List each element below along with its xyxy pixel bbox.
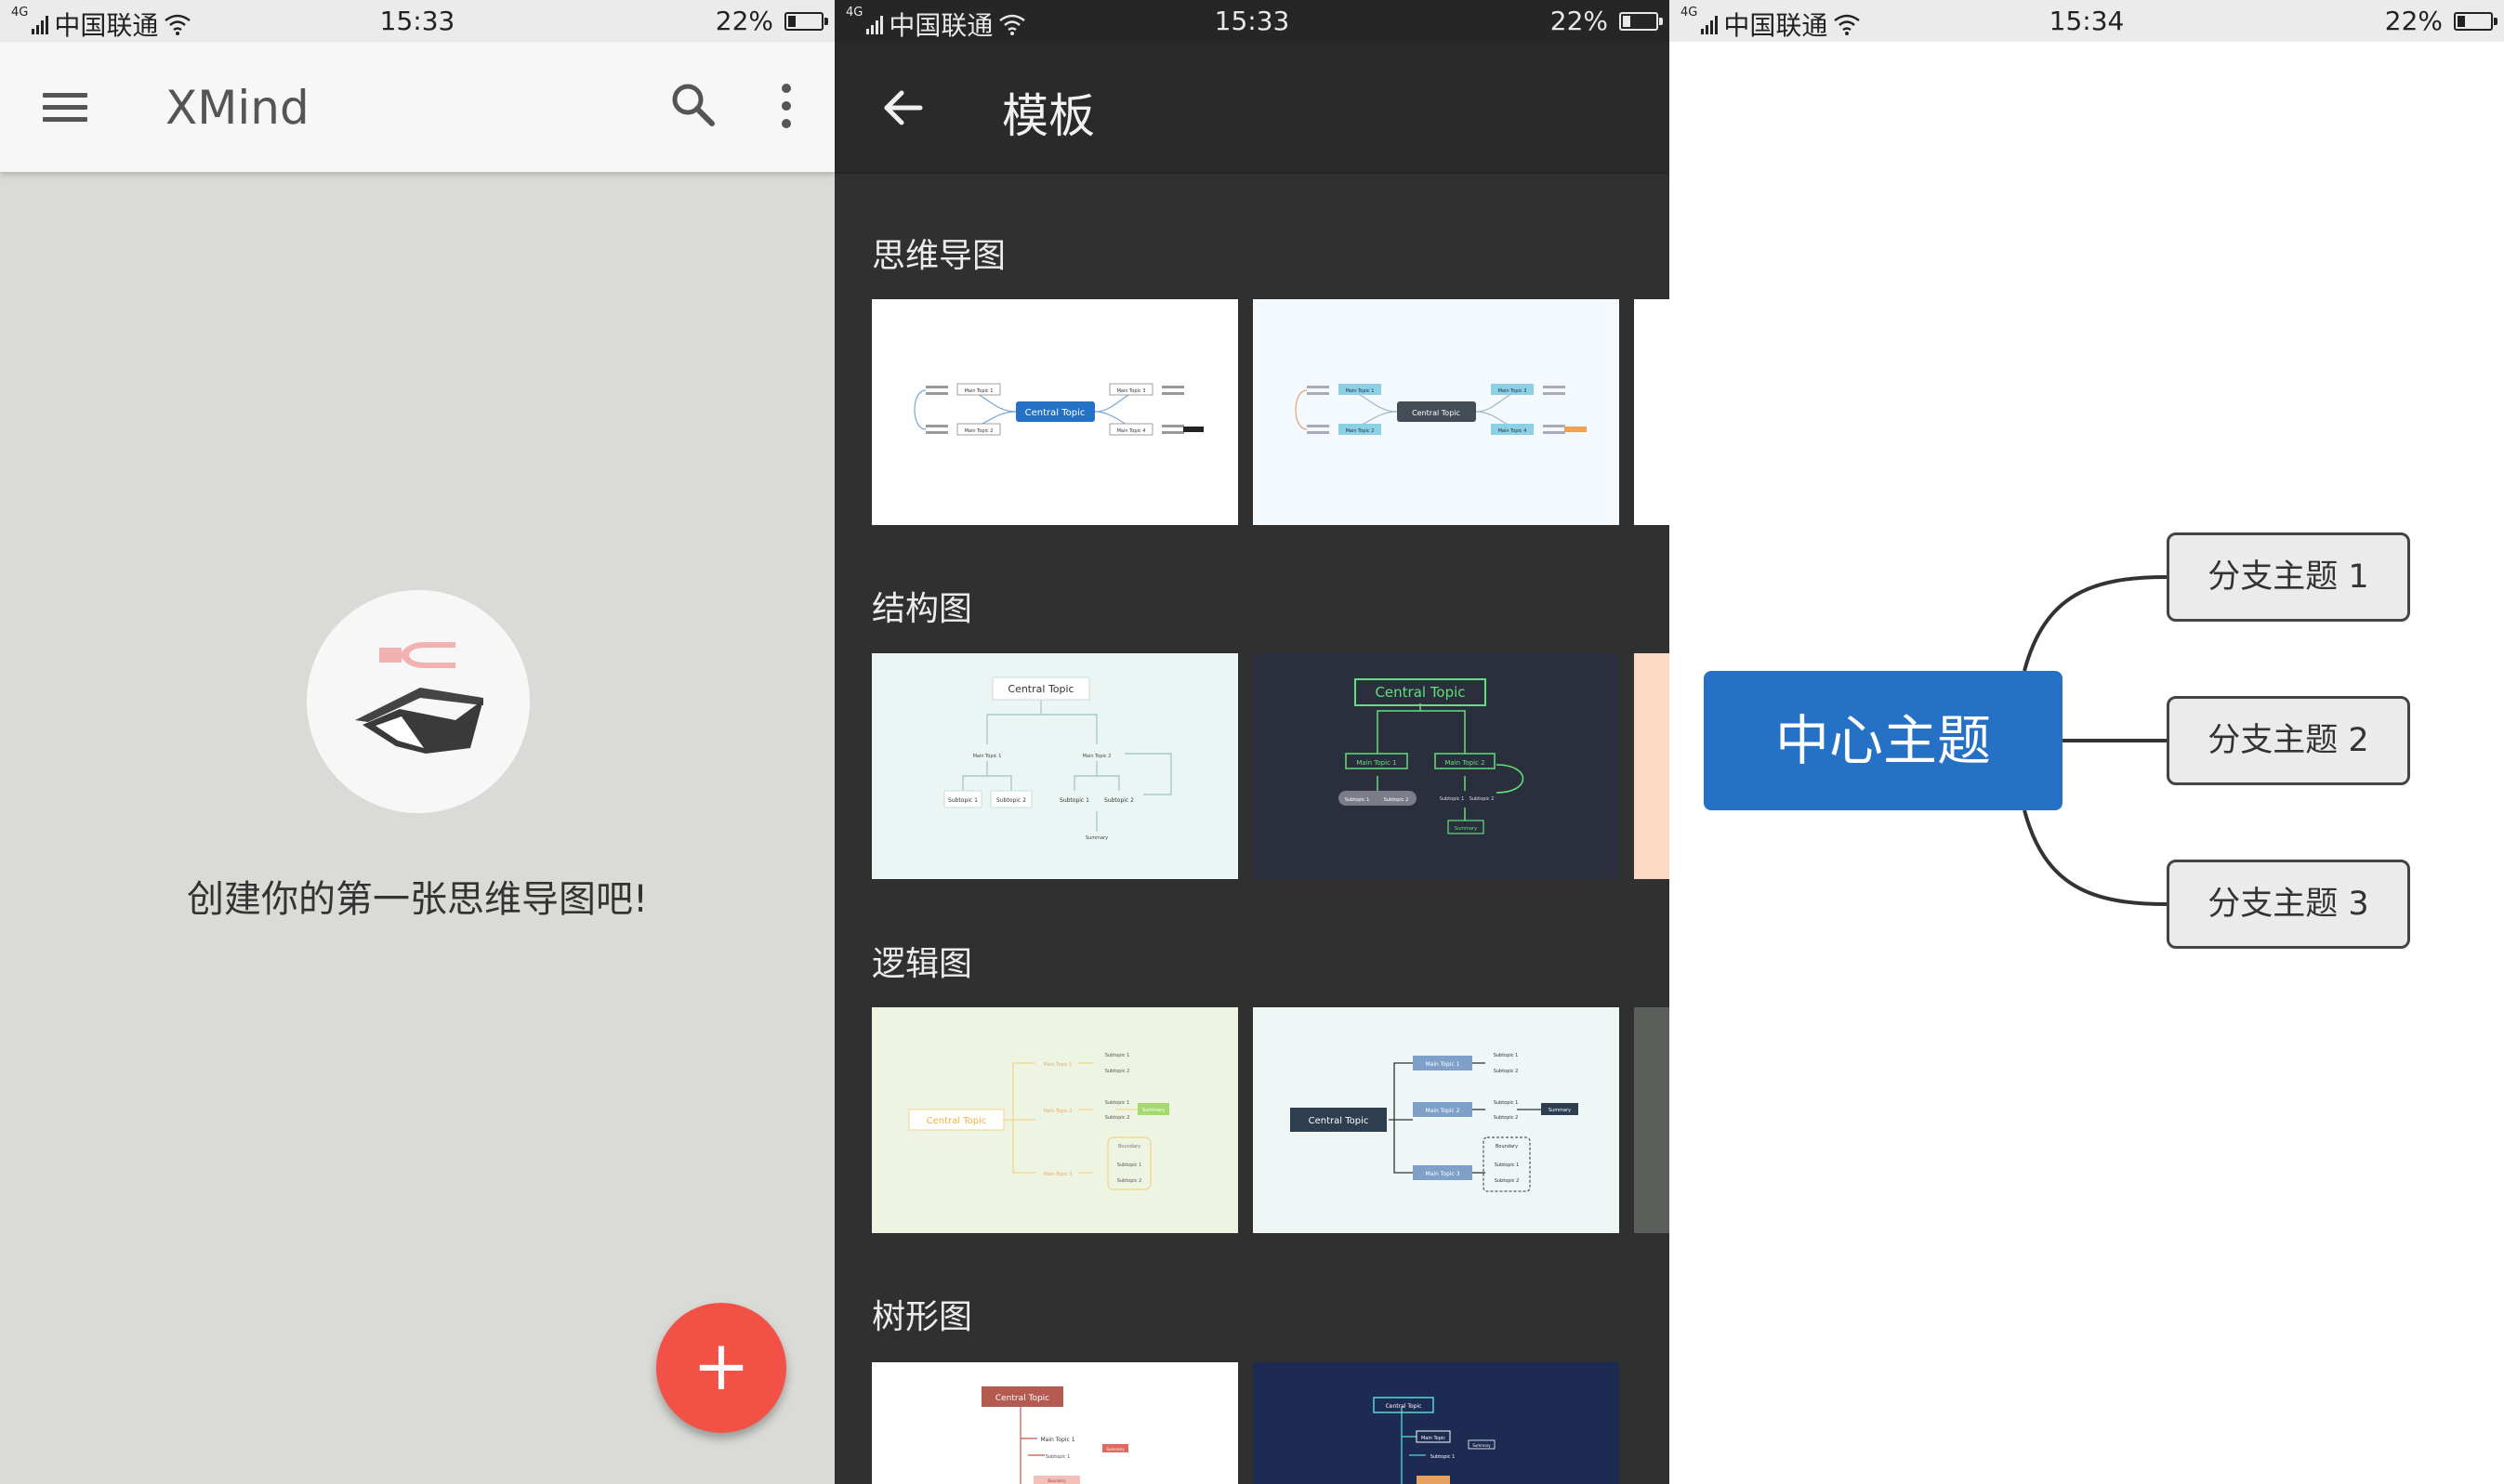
central-topic[interactable]: 中心主题 xyxy=(1704,671,2063,810)
branch-topic-1[interactable]: 分支主题 1 xyxy=(2167,532,2410,622)
branch-topic-3[interactable]: 分支主题 3 xyxy=(2167,860,2410,949)
branch-topic-2[interactable]: 分支主题 2 xyxy=(2167,696,2410,785)
mindmap-connectors xyxy=(2023,575,2168,906)
